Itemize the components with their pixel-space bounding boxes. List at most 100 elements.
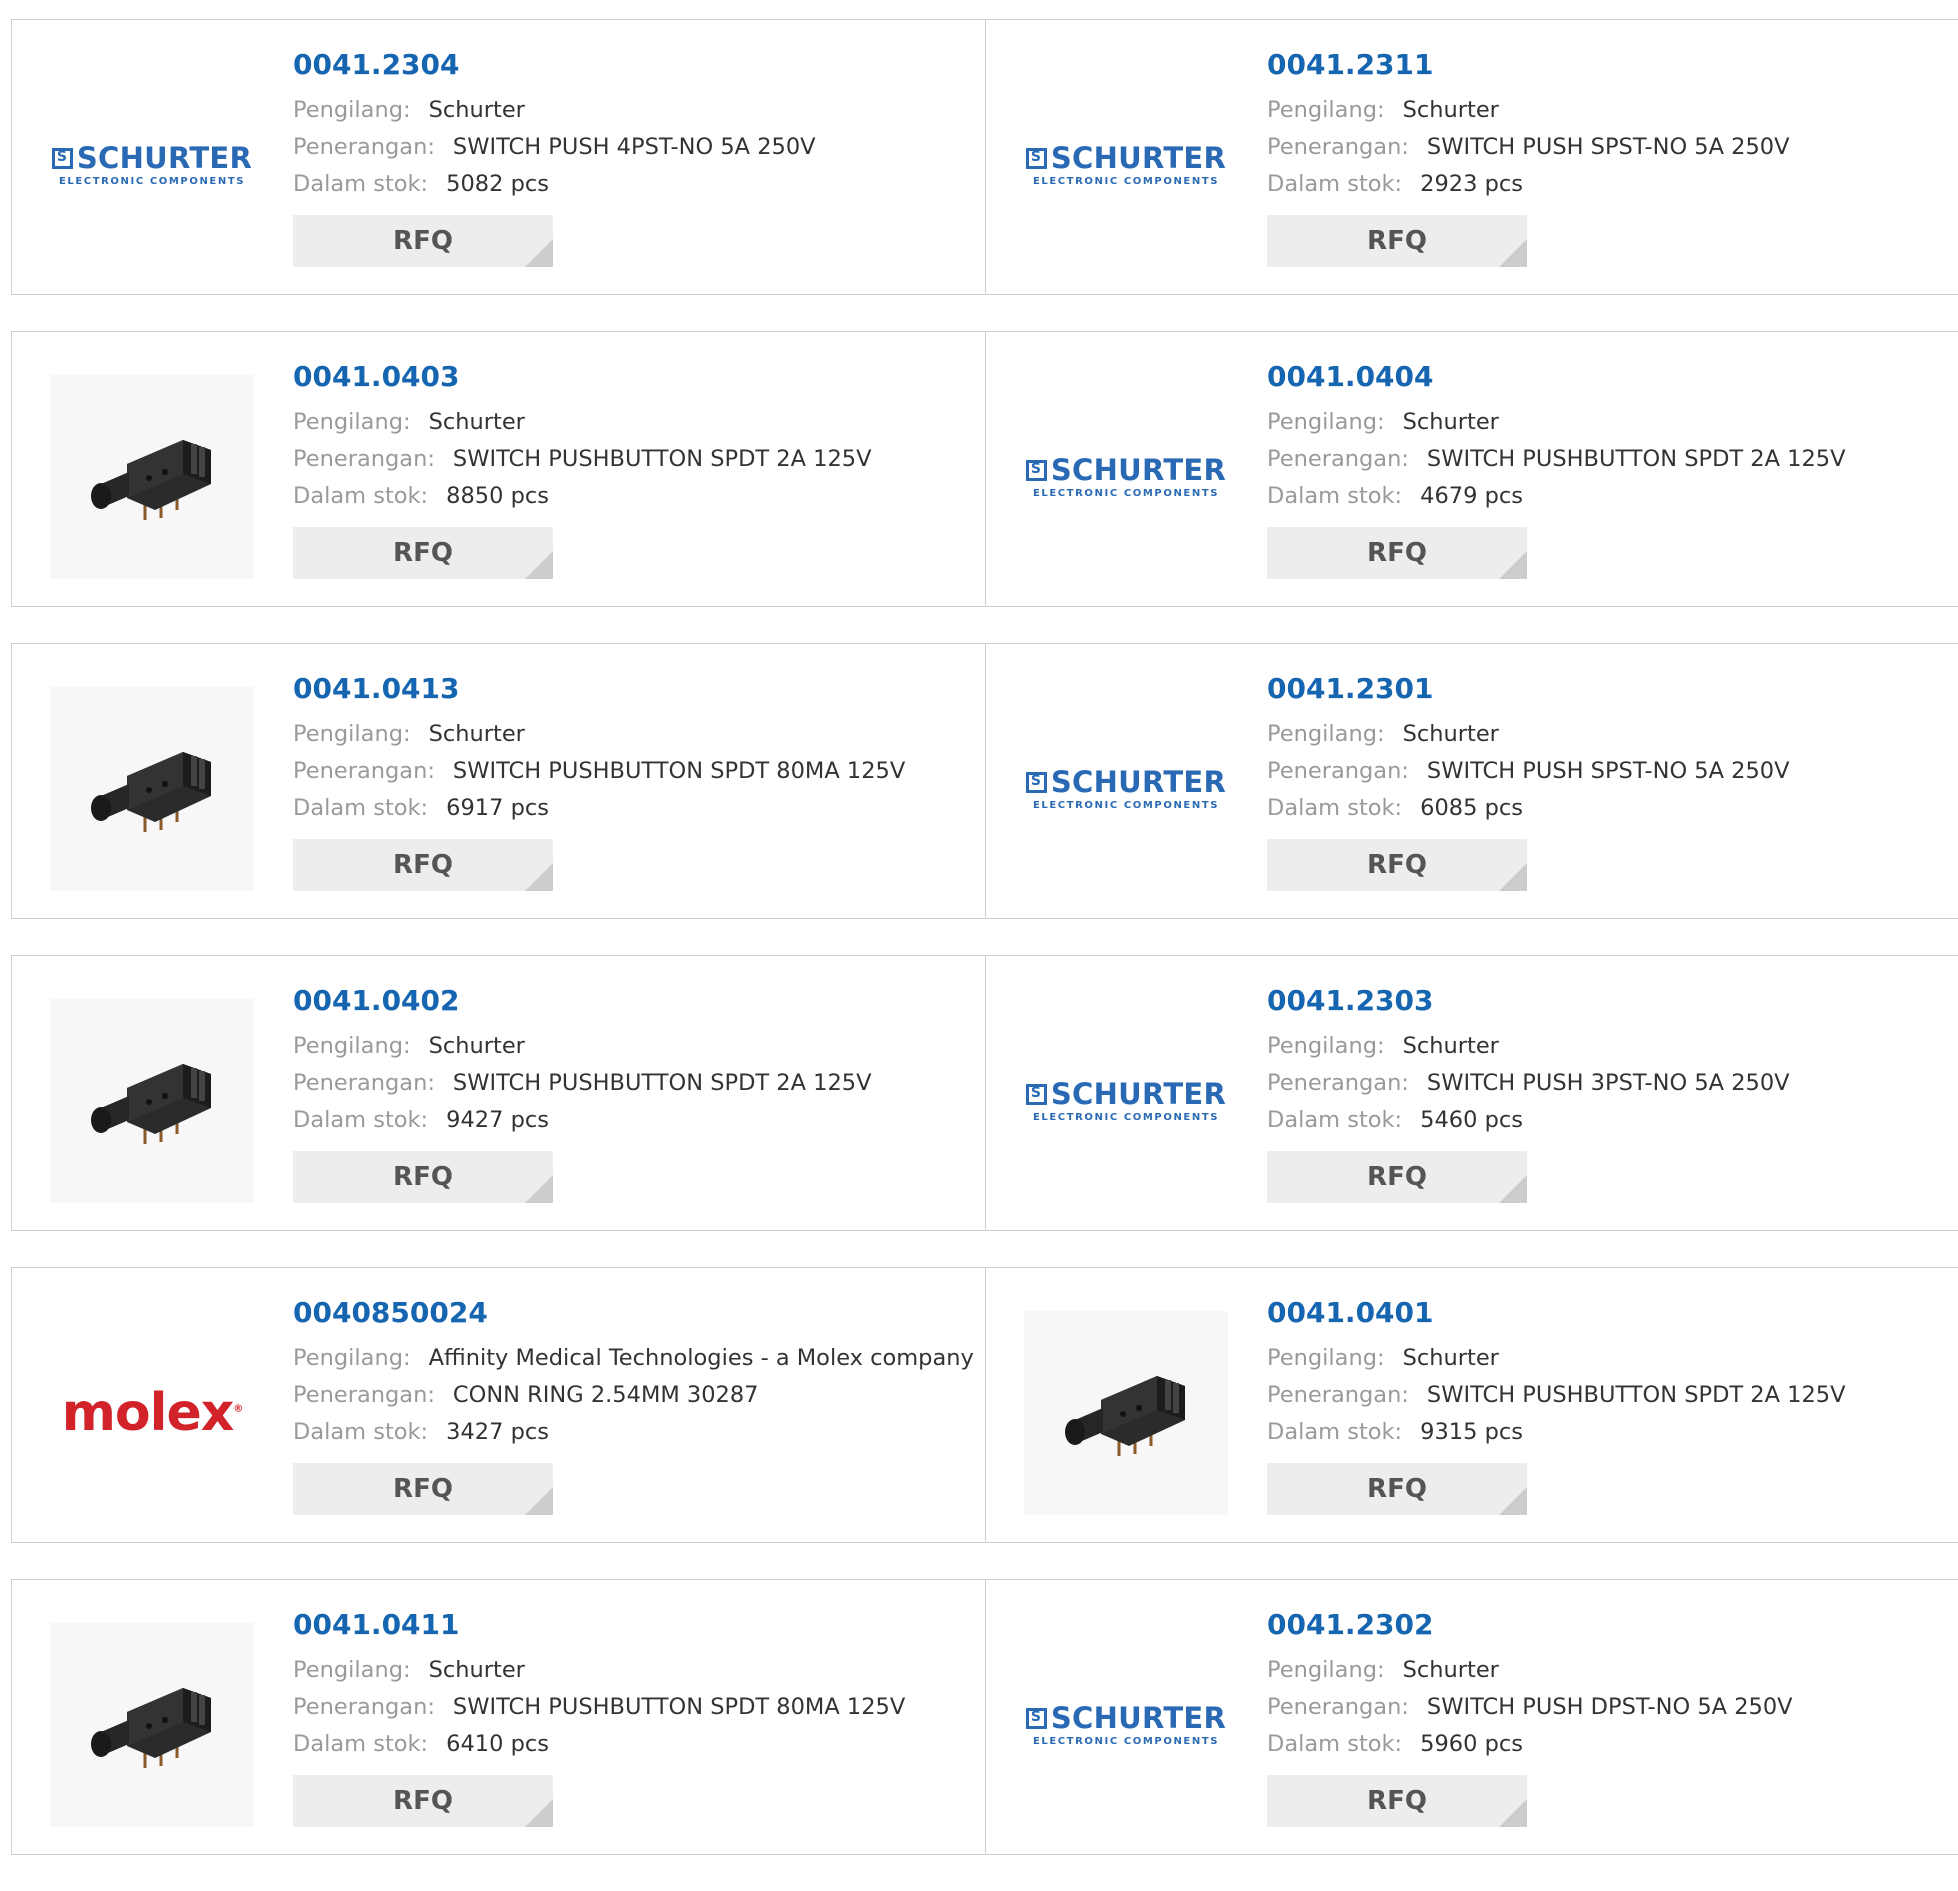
product-image[interactable]: [50, 375, 254, 579]
rfq-button[interactable]: RFQ: [293, 1463, 553, 1515]
manufacturer-row: Pengilang: Schurter: [1267, 716, 1790, 753]
rfq-label: RFQ: [393, 226, 453, 256]
corner-triangle-icon: [1499, 863, 1527, 891]
product-image[interactable]: [50, 999, 254, 1203]
description-label: Penerangan:: [1267, 1382, 1409, 1408]
product-row: molex® 0040850024 Pengilang: Affinity Med…: [11, 1267, 1958, 1543]
product-image[interactable]: [1024, 1311, 1228, 1515]
description-value: SWITCH PUSHBUTTON SPDT 80MA 125V: [452, 1694, 906, 1720]
manufacturer-row: Pengilang: Schurter: [293, 404, 872, 441]
stock-value: 6410 pcs: [446, 1731, 549, 1757]
rfq-button[interactable]: RFQ: [1267, 839, 1527, 891]
rfq-label: RFQ: [1367, 226, 1427, 256]
corner-triangle-icon: [525, 239, 553, 267]
description-row: Penerangan: SWITCH PUSH 4PST-NO 5A 250V: [293, 129, 816, 166]
stock-value: 5082 pcs: [446, 171, 549, 197]
part-number-link[interactable]: 0041.0404: [1267, 360, 1846, 394]
part-number-link[interactable]: 0041.0402: [293, 984, 872, 1018]
stock-value: 5960 pcs: [1420, 1731, 1523, 1757]
rfq-button[interactable]: RFQ: [293, 215, 553, 267]
product-image[interactable]: SCHURTERELECTRONIC COMPONENTS: [50, 63, 254, 267]
description-value: SWITCH PUSH DPST-NO 5A 250V: [1426, 1694, 1793, 1720]
stock-value: 3427 pcs: [446, 1419, 549, 1445]
part-number-link[interactable]: 0041.2311: [1267, 48, 1790, 82]
stock-value: 6085 pcs: [1420, 795, 1523, 821]
manufacturer-value: Schurter: [428, 1657, 525, 1683]
description-row: Penerangan: SWITCH PUSHBUTTON SPDT 2A 125…: [1267, 1377, 1846, 1414]
product-grid: SCHURTERELECTRONIC COMPONENTS 0041.2304 …: [11, 19, 1958, 1891]
manufacturer-value: Schurter: [428, 409, 525, 435]
description-row: Penerangan: SWITCH PUSHBUTTON SPDT 80MA 1…: [293, 753, 905, 790]
rfq-label: RFQ: [393, 850, 453, 880]
description-value: SWITCH PUSHBUTTON SPDT 2A 125V: [452, 1070, 872, 1096]
corner-triangle-icon: [525, 863, 553, 891]
rfq-button[interactable]: RFQ: [293, 839, 553, 891]
part-number-link[interactable]: 0041.0413: [293, 672, 905, 706]
stock-row: Dalam stok: 5960 pcs: [1267, 1726, 1793, 1763]
schurter-logo: SCHURTERELECTRONIC COMPONENTS: [1025, 1079, 1226, 1123]
part-number-link[interactable]: 0041.2303: [1267, 984, 1790, 1018]
part-number-link[interactable]: 0040850024: [293, 1296, 974, 1330]
part-number-link[interactable]: 0041.0403: [293, 360, 872, 394]
stock-row: Dalam stok: 3427 pcs: [293, 1414, 974, 1451]
part-number-link[interactable]: 0041.0411: [293, 1608, 905, 1642]
manufacturer-row: Pengilang: Schurter: [1267, 1340, 1846, 1377]
description-value: SWITCH PUSHBUTTON SPDT 2A 125V: [452, 446, 872, 472]
product-image[interactable]: SCHURTERELECTRONIC COMPONENTS: [1024, 1623, 1228, 1827]
stock-label: Dalam stok:: [293, 171, 429, 197]
description-value: SWITCH PUSH 3PST-NO 5A 250V: [1426, 1070, 1790, 1096]
corner-triangle-icon: [525, 1487, 553, 1515]
rfq-button[interactable]: RFQ: [293, 527, 553, 579]
description-row: Penerangan: SWITCH PUSHBUTTON SPDT 2A 125…: [1267, 441, 1846, 478]
manufacturer-value: Schurter: [1402, 1657, 1499, 1683]
description-row: Penerangan: SWITCH PUSH SPST-NO 5A 250V: [1267, 129, 1790, 166]
molex-logo: molex®: [61, 1383, 244, 1443]
stock-row: Dalam stok: 5082 pcs: [293, 166, 816, 203]
product-info: 0041.2301 Pengilang: Schurter Penerangan:…: [1267, 672, 1790, 891]
schurter-logo: SCHURTERELECTRONIC COMPONENTS: [1025, 455, 1226, 499]
manufacturer-label: Pengilang:: [1267, 1033, 1385, 1059]
part-number-link[interactable]: 0041.2304: [293, 48, 816, 82]
product-card: SCHURTERELECTRONIC COMPONENTS 0041.2302 …: [985, 1580, 1958, 1854]
rfq-button[interactable]: RFQ: [1267, 1463, 1527, 1515]
manufacturer-row: Pengilang: Schurter: [293, 1652, 905, 1689]
stock-row: Dalam stok: 6085 pcs: [1267, 790, 1790, 827]
product-image[interactable]: SCHURTERELECTRONIC COMPONENTS: [1024, 375, 1228, 579]
description-label: Penerangan:: [1267, 758, 1409, 784]
rfq-button[interactable]: RFQ: [293, 1775, 553, 1827]
product-card: 0041.0403 Pengilang: Schurter Penerangan:…: [12, 332, 985, 606]
rfq-label: RFQ: [393, 1474, 453, 1504]
schurter-logo: SCHURTERELECTRONIC COMPONENTS: [1025, 143, 1226, 187]
schurter-s-icon: [51, 147, 73, 169]
product-card: SCHURTERELECTRONIC COMPONENTS 0041.2301 …: [985, 644, 1958, 918]
product-image[interactable]: [50, 1623, 254, 1827]
rfq-button[interactable]: RFQ: [1267, 527, 1527, 579]
part-number-link[interactable]: 0041.2302: [1267, 1608, 1793, 1642]
part-number-link[interactable]: 0041.2301: [1267, 672, 1790, 706]
product-image[interactable]: [50, 687, 254, 891]
rfq-button[interactable]: RFQ: [1267, 215, 1527, 267]
product-image[interactable]: SCHURTERELECTRONIC COMPONENTS: [1024, 999, 1228, 1203]
product-image[interactable]: molex®: [50, 1311, 254, 1515]
product-image[interactable]: SCHURTERELECTRONIC COMPONENTS: [1024, 63, 1228, 267]
part-number-link[interactable]: 0041.0401: [1267, 1296, 1846, 1330]
description-row: Penerangan: SWITCH PUSHBUTTON SPDT 2A 125…: [293, 1065, 872, 1102]
pushbutton-switch-icon: [91, 1064, 211, 1144]
rfq-button[interactable]: RFQ: [1267, 1775, 1527, 1827]
manufacturer-row: Pengilang: Schurter: [1267, 92, 1790, 129]
description-row: Penerangan: SWITCH PUSHBUTTON SPDT 2A 125…: [293, 441, 872, 478]
manufacturer-label: Pengilang:: [1267, 1345, 1385, 1371]
pushbutton-switch-icon: [91, 752, 211, 832]
rfq-label: RFQ: [393, 1162, 453, 1192]
pushbutton-switch-icon: [1065, 1376, 1185, 1456]
manufacturer-value: Schurter: [1402, 409, 1499, 435]
rfq-label: RFQ: [393, 538, 453, 568]
rfq-button[interactable]: RFQ: [293, 1151, 553, 1203]
stock-row: Dalam stok: 5460 pcs: [1267, 1102, 1790, 1139]
rfq-button[interactable]: RFQ: [1267, 1151, 1527, 1203]
product-image[interactable]: SCHURTERELECTRONIC COMPONENTS: [1024, 687, 1228, 891]
corner-triangle-icon: [525, 551, 553, 579]
description-label: Penerangan:: [293, 134, 435, 160]
product-info: 0041.2302 Pengilang: Schurter Penerangan:…: [1267, 1608, 1793, 1827]
manufacturer-label: Pengilang:: [1267, 409, 1385, 435]
